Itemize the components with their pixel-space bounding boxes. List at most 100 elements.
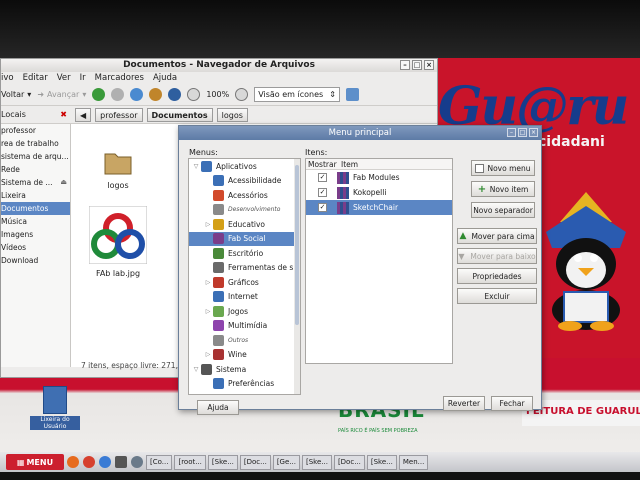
help-button[interactable]: Ajuda <box>197 400 239 415</box>
show-checkbox[interactable]: ✓ <box>318 173 327 182</box>
menu-tree-item[interactable]: Fab Social <box>189 231 300 246</box>
menu-item-row[interactable]: ✓ SketchChair <box>306 200 452 215</box>
expander-open-icon[interactable]: ▽ <box>191 366 201 373</box>
terminal-icon[interactable] <box>115 456 127 468</box>
taskbar-window-button[interactable]: Men... <box>398 454 429 470</box>
menu-item-row[interactable]: ✓ Kokopelli <box>306 185 452 200</box>
menu-tree-item[interactable]: Acessórios <box>189 188 300 203</box>
reload-icon[interactable] <box>130 88 144 101</box>
sidebar-item-trash[interactable]: Lixeira <box>1 189 70 202</box>
taskbar-window-button[interactable]: [Ge... <box>272 454 300 470</box>
show-checkbox[interactable]: ✓ <box>318 203 327 212</box>
dialog-titlebar[interactable]: Menu principal – □ × <box>179 126 541 140</box>
stop-icon[interactable] <box>111 88 125 101</box>
taskbar-window-button[interactable]: [Doc... <box>333 454 365 470</box>
breadcrumb-logos[interactable]: logos <box>216 107 248 122</box>
menu-tree-item[interactable]: ▽ Sistema <box>189 362 300 377</box>
close-dialog-button[interactable]: Fechar <box>491 396 533 411</box>
firefox-icon[interactable] <box>67 456 79 468</box>
menu-bookmarks[interactable]: Marcadores <box>95 72 144 84</box>
taskbar-window-button[interactable]: [Ske... <box>207 454 238 470</box>
column-item[interactable]: Item <box>339 159 452 169</box>
chrome-icon[interactable] <box>83 456 95 468</box>
move-up-button[interactable]: ▲ Mover para cima <box>457 228 537 244</box>
back-button[interactable]: Voltar ▾ <box>1 90 31 99</box>
taskbar-window-button[interactable]: [Co... <box>146 454 173 470</box>
file-item-logos[interactable]: logos <box>93 150 143 190</box>
desktop-trash-shortcut[interactable]: Lixeira do Usuário <box>30 386 80 430</box>
sidebar-item-music[interactable]: Música <box>1 215 70 228</box>
expander-closed-icon[interactable]: ▷ <box>203 308 213 315</box>
new-separator-button[interactable]: Novo separador <box>471 202 535 218</box>
game-icon[interactable] <box>131 456 143 468</box>
menu-tree-item[interactable]: Preferências <box>189 377 300 392</box>
maximize-button[interactable]: □ <box>412 60 422 70</box>
sidebar-item-filesystem[interactable]: sistema de arqu... <box>1 150 70 163</box>
forward-button[interactable]: ➜ Avançar ▾ <box>37 90 86 99</box>
zoom-out-icon[interactable] <box>187 88 201 101</box>
new-menu-button[interactable]: Novo menu <box>471 160 535 176</box>
computer-icon[interactable] <box>168 88 182 101</box>
sidebar-item-download[interactable]: Download <box>1 254 70 267</box>
menu-tree-item[interactable]: ▷ Educativo <box>189 217 300 232</box>
sidebar-item-pictures[interactable]: Imagens <box>1 228 70 241</box>
menu-tree-item[interactable]: Acessibilidade <box>189 174 300 189</box>
file-manager-titlebar[interactable]: Documentos - Navegador de Arquivos – □ × <box>1 59 437 72</box>
menu-file[interactable]: ivo <box>1 72 14 84</box>
menu-item-row[interactable]: ✓ Fab Modules <box>306 170 452 185</box>
home-icon[interactable] <box>149 88 163 101</box>
revert-button[interactable]: Reverter <box>443 396 485 411</box>
menu-go[interactable]: Ir <box>80 72 86 84</box>
file-item-fablab[interactable]: FAb lab.jpg <box>81 205 155 278</box>
menu-tree-item[interactable]: Internet <box>189 290 300 305</box>
places-header[interactable]: Locais ✖ <box>1 110 71 119</box>
sidebar-item-desktop[interactable]: rea de trabalho <box>1 137 70 150</box>
properties-button[interactable]: Propriedades <box>457 268 537 284</box>
sidebar-item-network[interactable]: Rede <box>1 163 70 176</box>
menu-tree-item[interactable]: Multimídia <box>189 319 300 334</box>
delete-button[interactable]: Excluir <box>457 288 537 304</box>
taskbar-window-button[interactable]: [Ske... <box>301 454 332 470</box>
menu-tree-item[interactable]: ▷ Gráficos <box>189 275 300 290</box>
sidebar-item-professor[interactable]: professor <box>1 124 70 137</box>
menu-tree-item[interactable]: Desenvolvimento <box>189 203 300 218</box>
breadcrumb-back-arrow-icon[interactable]: ◀ <box>75 107 92 122</box>
new-item-button[interactable]: + Novo item <box>471 181 535 197</box>
column-show[interactable]: Mostrar <box>306 159 339 169</box>
menu-tree-item[interactable]: ▷ Wine <box>189 348 300 363</box>
view-mode-select[interactable]: Visão em ícones ⇕ <box>254 87 340 102</box>
breadcrumb-professor[interactable]: professor <box>95 107 143 122</box>
expander-closed-icon[interactable]: ▷ <box>203 351 213 358</box>
move-down-button[interactable]: ▼ Mover para baixo <box>457 248 537 264</box>
menu-tree-item[interactable]: Outros <box>189 333 300 348</box>
sidebar-item-videos[interactable]: Vídeos <box>1 241 70 254</box>
menu-help[interactable]: Ajuda <box>153 72 177 84</box>
show-checkbox[interactable]: ✓ <box>318 188 327 197</box>
eject-icon[interactable]: ⏏ <box>60 176 67 189</box>
up-arrow-icon[interactable] <box>92 88 106 101</box>
menu-tree-item[interactable]: Ferramentas de si <box>189 261 300 276</box>
menu-tree-item[interactable]: ▷ Jogos <box>189 304 300 319</box>
start-menu-button[interactable]: ▦ MENU <box>6 454 64 470</box>
sidebar-item-volume[interactable]: Sistema de ... ⏏ <box>1 176 70 189</box>
taskbar-window-button[interactable]: [root... <box>174 454 206 470</box>
maximize-button[interactable]: □ <box>518 128 527 137</box>
expander-closed-icon[interactable]: ▷ <box>203 279 213 286</box>
menu-view[interactable]: Ver <box>57 72 71 84</box>
taskbar-window-button[interactable]: [Ske... <box>366 454 397 470</box>
close-button[interactable]: × <box>529 128 538 137</box>
menu-edit[interactable]: Editar <box>23 72 48 84</box>
zoom-in-icon[interactable] <box>235 88 249 101</box>
scrollbar-thumb[interactable] <box>295 165 299 325</box>
search-icon[interactable] <box>345 88 359 101</box>
sidebar-item-documents[interactable]: Documentos <box>1 202 70 215</box>
minimize-button[interactable]: – <box>507 128 516 137</box>
browser-icon[interactable] <box>99 456 111 468</box>
menu-tree-item[interactable]: Escritório <box>189 246 300 261</box>
taskbar-window-button[interactable]: [Doc... <box>239 454 271 470</box>
close-sidebar-icon[interactable]: ✖ <box>60 110 67 119</box>
expander-open-icon[interactable]: ▽ <box>191 163 201 170</box>
expander-closed-icon[interactable]: ▷ <box>203 221 213 228</box>
breadcrumb-documentos[interactable]: Documentos <box>146 107 213 122</box>
minimize-button[interactable]: – <box>400 60 410 70</box>
